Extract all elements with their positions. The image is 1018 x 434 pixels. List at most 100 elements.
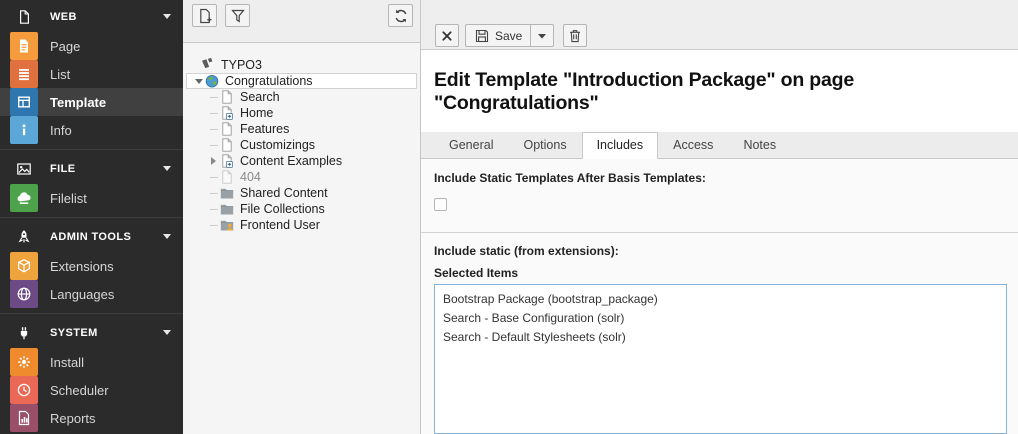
- tree-item-label: File Collections: [240, 201, 325, 217]
- refresh-button[interactable]: [388, 4, 413, 27]
- extensions-module-icon: [10, 252, 38, 280]
- sidebar-item-label: Info: [50, 123, 72, 138]
- sidebar-item-info[interactable]: Info: [0, 116, 183, 144]
- sidebar-item-label: List: [50, 67, 70, 82]
- scheduler-module-icon: [10, 376, 38, 404]
- tab-options[interactable]: Options: [508, 132, 581, 158]
- tree-expand-toggle[interactable]: [208, 153, 219, 169]
- section-include-static-extensions: Include static (from extensions): Select…: [421, 233, 1018, 434]
- sidebar-section-admin-tools: ADMIN TOOLS Extensions Languages: [0, 217, 183, 310]
- page-icon: [219, 137, 235, 153]
- tab-includes[interactable]: Includes: [582, 132, 659, 159]
- tree-toolbar: [183, 0, 420, 43]
- caret-expanded-icon: [195, 79, 203, 84]
- tab-general[interactable]: General: [434, 132, 508, 158]
- save-icon: [474, 28, 490, 44]
- chevron-down-icon: [163, 166, 171, 171]
- new-page-button[interactable]: [192, 4, 217, 27]
- sidebar-section-label: FILE: [50, 163, 75, 175]
- sidebar-section-header-web[interactable]: WEB: [0, 2, 183, 32]
- typo3-backend: WEBPage List Template Info FILE Filelist ADMIN…: [0, 0, 1018, 434]
- tree-item-label: Features: [240, 121, 289, 137]
- chevron-down-icon: [163, 14, 171, 19]
- save-dropdown-button[interactable]: [530, 24, 554, 47]
- tree-item-label: Congratulations: [225, 73, 313, 89]
- tree-item-search[interactable]: Search: [186, 89, 417, 105]
- tree-item-typo3[interactable]: TYPO3: [186, 57, 417, 73]
- sidebar-item-label: Extensions: [50, 259, 114, 274]
- include-static-after-checkbox[interactable]: [434, 198, 447, 211]
- tree-item-label: Content Examples: [240, 153, 342, 169]
- close-icon: [439, 28, 455, 44]
- save-button[interactable]: Save: [465, 24, 531, 47]
- tree-item-404[interactable]: 404: [186, 169, 417, 185]
- caret-down-icon: [534, 28, 550, 44]
- tree-collapse-toggle[interactable]: [193, 73, 204, 89]
- tab-notes[interactable]: Notes: [728, 132, 791, 158]
- template-module-icon: [10, 88, 38, 116]
- tree-connector: [208, 89, 219, 105]
- page-tree-panel: TYPO3CongratulationsSearchHomeFeaturesCu…: [183, 0, 421, 434]
- sidebar-item-list[interactable]: List: [0, 60, 183, 88]
- sidebar-section-system: SYSTEMInstall Scheduler Reports: [0, 313, 183, 434]
- refresh-icon: [393, 8, 409, 24]
- tree-item-label: Home: [240, 105, 273, 121]
- info-module-icon: [10, 116, 38, 144]
- sidebar-item-template[interactable]: Template: [0, 88, 183, 116]
- filelist-module-icon: [10, 184, 38, 212]
- page-icon: [219, 121, 235, 137]
- install-module-icon: [10, 348, 38, 376]
- document-toolbar: Save: [421, 0, 1018, 50]
- tree-item-frontend-user[interactable]: Frontend User: [186, 217, 417, 233]
- sidebar-item-install[interactable]: Install: [0, 348, 183, 376]
- new-record-icon: [197, 8, 213, 24]
- tree-item-features[interactable]: Features: [186, 121, 417, 137]
- tree-item-shared-content[interactable]: Shared Content: [186, 185, 417, 201]
- tree-item-label: Frontend User: [240, 217, 320, 233]
- web-section-icon: [10, 3, 38, 31]
- sidebar-item-filelist[interactable]: Filelist: [0, 184, 183, 212]
- close-button[interactable]: [435, 24, 459, 47]
- sidebar-item-label: Template: [50, 95, 106, 110]
- sidebar-item-scheduler[interactable]: Scheduler: [0, 376, 183, 404]
- sidebar-section-header-admin-tools[interactable]: ADMIN TOOLS: [0, 222, 183, 252]
- tree-connector: [208, 185, 219, 201]
- tree-connector: [208, 169, 219, 185]
- section-static-after-basis: Include Static Templates After Basis Tem…: [421, 159, 1018, 233]
- sidebar-item-reports[interactable]: Reports: [0, 404, 183, 432]
- tree-item-home[interactable]: Home: [186, 105, 417, 121]
- content-panel: Save Edit Template "Introduction Package…: [421, 0, 1018, 434]
- sidebar-item-label: Scheduler: [50, 383, 109, 398]
- chevron-down-icon: [163, 330, 171, 335]
- sidebar-section-web: WEBPage List Template Info: [0, 2, 183, 146]
- typo3-logo-icon: [200, 57, 216, 73]
- sidebar-item-languages[interactable]: Languages: [0, 280, 183, 308]
- listbox-option[interactable]: Search - Default Stylesheets (solr): [435, 327, 1006, 346]
- listbox-option[interactable]: Search - Base Configuration (solr): [435, 308, 1006, 327]
- sidebar-item-label: Reports: [50, 411, 96, 426]
- tree-item-congratulations[interactable]: Congratulations: [186, 73, 417, 89]
- sidebar-section-header-file[interactable]: FILE: [0, 154, 183, 184]
- page-shortcut-icon: [219, 105, 235, 121]
- sidebar-section-file: FILE Filelist: [0, 149, 183, 214]
- delete-button[interactable]: [563, 24, 587, 47]
- sidebar-item-extensions[interactable]: Extensions: [0, 252, 183, 280]
- page-title: Edit Template "Introduction Package" on …: [434, 69, 1018, 115]
- tree-item-label: Search: [240, 89, 280, 105]
- save-button-label: Save: [495, 29, 522, 43]
- tree-item-content-examples[interactable]: Content Examples: [186, 153, 417, 169]
- tree-connector: [208, 121, 219, 137]
- tab-access[interactable]: Access: [658, 132, 728, 158]
- tree-item-customizings[interactable]: Customizings: [186, 137, 417, 153]
- include-static-after-label: Include Static Templates After Basis Tem…: [434, 171, 1005, 185]
- reports-module-icon: [10, 404, 38, 432]
- tree-item-label: 404: [240, 169, 261, 185]
- sidebar-item-page[interactable]: Page: [0, 32, 183, 60]
- sidebar-section-header-system[interactable]: SYSTEM: [0, 318, 183, 348]
- selected-items-listbox[interactable]: Bootstrap Package (bootstrap_package)Sea…: [434, 284, 1007, 434]
- tab-bar: GeneralOptionsIncludesAccessNotes: [421, 132, 1018, 159]
- listbox-option[interactable]: Bootstrap Package (bootstrap_package): [435, 289, 1006, 308]
- filter-button[interactable]: [225, 4, 250, 27]
- folder-icon: [219, 201, 235, 217]
- tree-item-file-collections[interactable]: File Collections: [186, 201, 417, 217]
